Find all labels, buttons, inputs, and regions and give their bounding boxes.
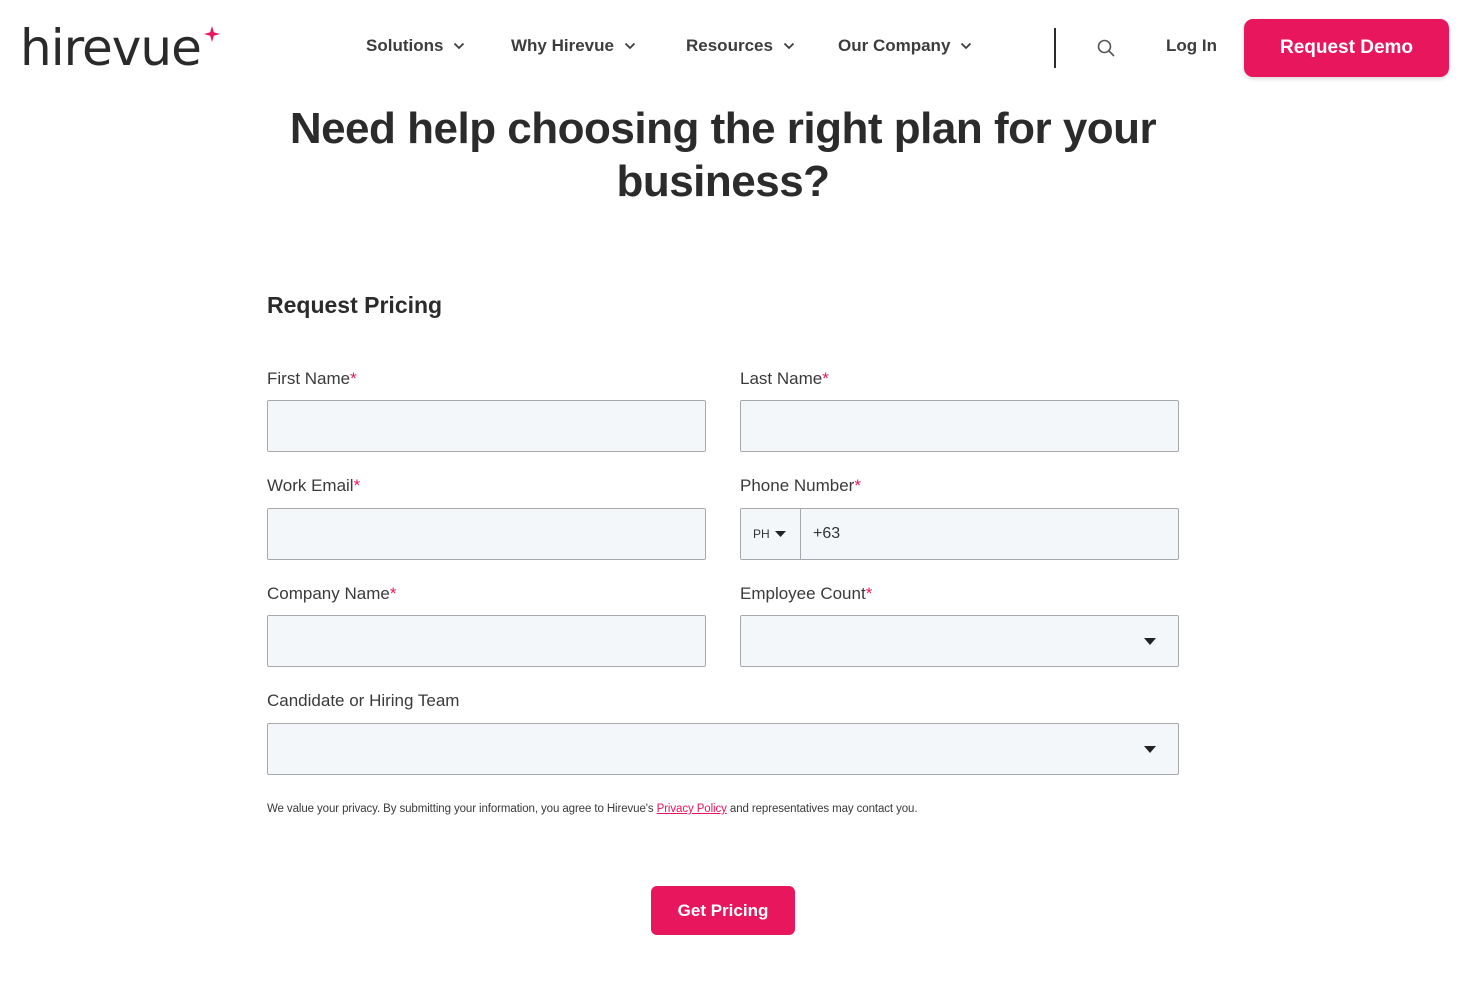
first-name-input[interactable] [267, 400, 706, 452]
chevron-down-icon [454, 42, 465, 50]
chevron-down-icon [961, 42, 972, 50]
nav-solutions[interactable]: Solutions [366, 36, 465, 56]
caret-down-icon [774, 531, 786, 537]
last-name-label-text: Last Name [740, 369, 823, 388]
page-title: Need help choosing the right plan for yo… [240, 102, 1206, 208]
caret-down-icon [1144, 746, 1156, 753]
privacy-policy-link[interactable]: Privacy Policy [657, 803, 727, 815]
phone-number-input[interactable]: +63 [813, 525, 840, 543]
company-name-label-text: Company Name [267, 584, 390, 603]
phone-number-label-text: Phone Number [740, 476, 855, 495]
login-link[interactable]: Log In [1166, 36, 1217, 56]
employee-count-label-text: Employee Count [740, 584, 866, 603]
first-name-label: First Name* [267, 369, 357, 389]
required-mark: * [350, 369, 357, 388]
phone-country-select[interactable]: PH [741, 509, 801, 559]
required-mark: * [865, 584, 873, 603]
page-title-line1: Need help choosing the right plan for yo… [289, 104, 1157, 153]
privacy-text-after: and representatives may contact you. [726, 803, 918, 815]
form-title: Request Pricing [267, 292, 443, 318]
chevron-down-icon [624, 42, 636, 50]
phone-number-label: Phone Number* [740, 476, 861, 496]
employee-count-label: Employee Count* [740, 584, 872, 604]
logo-sparkle-icon [204, 26, 220, 42]
required-mark: * [854, 476, 861, 495]
page: hirevue Solutions Why Hirevue Resources … [0, 0, 1480, 987]
nav-our-company-label: Our Company [838, 36, 951, 55]
nav-divider [1054, 28, 1056, 68]
chevron-down-icon [783, 42, 795, 50]
team-label: Candidate or Hiring Team [267, 691, 460, 710]
required-mark: * [389, 584, 397, 603]
employee-count-select[interactable] [740, 615, 1179, 667]
nav-resources-label: Resources [686, 36, 773, 55]
required-mark: * [822, 369, 829, 388]
page-title-line2: business? [616, 157, 830, 206]
privacy-notice: We value your privacy. By submitting you… [267, 803, 918, 815]
privacy-text-before: We value your privacy. By submitting you… [267, 803, 657, 815]
phone-country-code: PH [753, 527, 770, 541]
nav-solutions-label: Solutions [366, 36, 444, 55]
hirevue-logo[interactable]: hirevue [20, 18, 202, 78]
phone-number-field: PH +63 [740, 508, 1179, 560]
caret-down-icon [1144, 638, 1156, 645]
work-email-input[interactable] [267, 508, 706, 560]
last-name-label: Last Name* [740, 369, 829, 389]
search-icon[interactable] [1096, 38, 1116, 58]
work-email-label: Work Email* [267, 476, 360, 496]
request-demo-button[interactable]: Request Demo [1244, 19, 1449, 77]
team-select[interactable] [267, 723, 1179, 775]
company-name-label: Company Name* [267, 584, 396, 604]
nav-why-hirevue-label: Why Hirevue [511, 36, 614, 55]
company-name-input[interactable] [267, 615, 706, 667]
nav-resources[interactable]: Resources [686, 36, 795, 56]
last-name-input[interactable] [740, 400, 1179, 452]
get-pricing-button[interactable]: Get Pricing [651, 886, 795, 935]
work-email-label-text: Work Email [267, 476, 354, 495]
nav-our-company[interactable]: Our Company [838, 36, 972, 56]
nav-why-hirevue[interactable]: Why Hirevue [511, 36, 636, 56]
required-mark: * [353, 476, 361, 495]
first-name-label-text: First Name [267, 369, 351, 388]
